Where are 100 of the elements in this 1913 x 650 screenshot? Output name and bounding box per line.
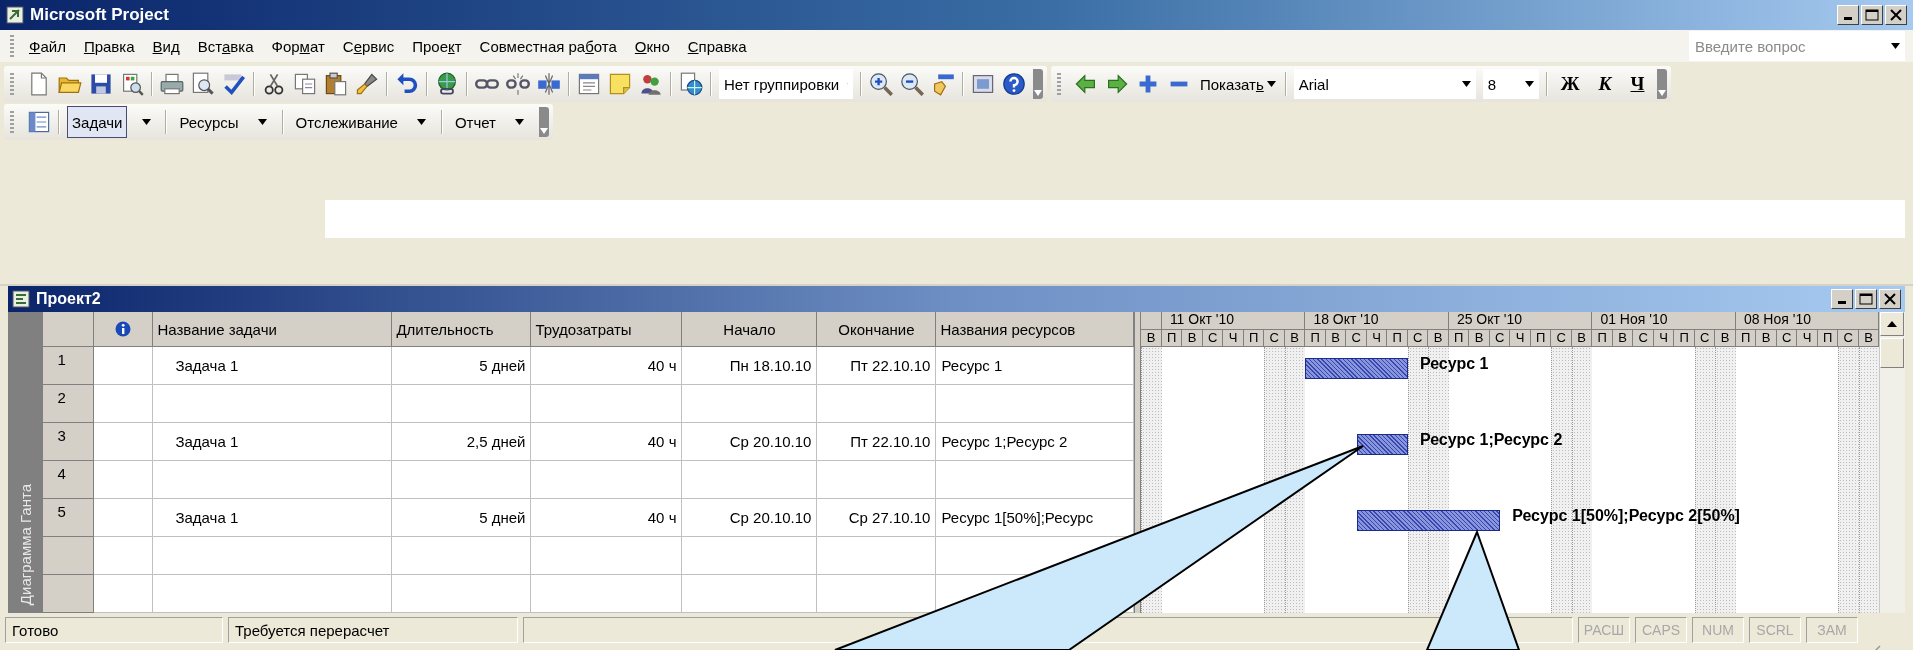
guide-tab[interactable]: Отслеживание [290,106,403,138]
bold-button[interactable]: Ж [1554,70,1586,98]
picture-icon[interactable] [971,72,995,96]
globe-document-icon[interactable] [679,72,703,96]
menu-item[interactable]: Формат [262,35,334,57]
column-header[interactable]: Названия ресурсов [936,312,1135,347]
minimize-button[interactable] [1837,5,1859,25]
column-header[interactable]: Трудозатраты [531,312,683,347]
menu-item[interactable]: Файл [20,35,75,57]
toolbar-grip[interactable] [1057,73,1061,95]
row-header[interactable] [43,537,95,575]
maximize-button[interactable] [1855,289,1877,309]
close-icon [1883,293,1897,305]
menu-item[interactable]: Справка [678,35,756,57]
app-icon [6,6,24,24]
bar-label: Ресурс 1[50%];Ресурс 2[50%] [1512,506,1740,526]
gantt-bar[interactable] [1305,358,1408,379]
toolbar-options-button[interactable] [1657,69,1668,99]
bar-label: Ресурс 1;Ресурс 2 [1419,430,1563,450]
menu-item[interactable]: Сервис [333,35,404,57]
timescale-cell [1141,312,1162,330]
left-arrow-icon[interactable] [1074,72,1098,96]
gantt-bar[interactable] [1356,510,1501,531]
minimize-button[interactable] [1831,289,1853,309]
table-view-icon[interactable] [27,110,51,134]
column-header[interactable]: Название задачи [153,312,393,347]
table-cell [94,461,154,499]
close-button[interactable] [1879,289,1901,309]
toolbar-grip[interactable] [10,73,14,95]
scrollbar[interactable] [1879,312,1905,613]
table-cell: Задача 1 [153,499,393,537]
row-header[interactable] [43,575,95,613]
dropdown-button[interactable] [1885,31,1905,61]
table-cell [94,347,154,385]
row-header[interactable]: 2 [43,385,95,423]
font-dropdown[interactable]: Arial [1293,69,1476,99]
italic-button[interactable]: К [1592,70,1618,98]
zoom-out-icon[interactable] [900,72,924,96]
page-magnifier-icon[interactable] [191,72,215,96]
sticky-note-icon[interactable] [608,72,632,96]
underline-button[interactable]: Ч [1624,70,1651,98]
printer-icon[interactable] [160,72,184,96]
right-arrow-icon[interactable] [1105,72,1129,96]
toolbar-options-button[interactable] [538,107,549,137]
select-all-corner[interactable] [43,312,95,347]
table-cell: Ср 20.10.10 [682,423,818,461]
table-cell [94,385,154,423]
globe-link-icon[interactable] [435,72,459,96]
key-indicator: SCRL [1749,617,1801,643]
scroll-thumb[interactable] [1880,338,1905,368]
column-header[interactable]: Окончание [817,312,937,347]
grouping-dropdown[interactable]: Нет группировки [719,69,853,99]
table-cell: Пт 22.10.10 [817,423,937,461]
column-header[interactable] [94,312,154,347]
menu-item[interactable]: Вставка [188,35,263,57]
toolbar-grip[interactable] [10,35,14,57]
menu-item[interactable]: Окно [625,35,679,57]
row-header[interactable]: 3 [43,423,95,461]
gantt-bar[interactable] [1356,434,1408,455]
table-cell: Задача 1 [153,347,393,385]
split-icon[interactable] [537,72,561,96]
show-dropdown[interactable]: Показать [1198,75,1278,93]
font-size-dropdown[interactable]: 8 [1482,69,1539,99]
guide-tab[interactable]: Задачи [67,106,128,138]
row-header[interactable]: 1 [43,347,95,385]
zoom-in-icon[interactable] [869,72,893,96]
bar-label: Ресурс 1 [1419,354,1489,374]
toolbar-options-button[interactable] [1033,69,1043,99]
menu-item[interactable]: Вид [143,35,189,57]
toolbar-grip[interactable] [10,111,14,133]
menu-item[interactable]: Проект [403,35,471,57]
brush-icon[interactable] [355,72,379,96]
table-cell: 40 ч [531,499,683,537]
document-magnifier-icon[interactable] [120,72,144,96]
scissors-icon[interactable] [262,72,286,96]
guide-tab[interactable]: Ресурсы [174,106,244,138]
broken-chain-icon[interactable] [506,72,530,96]
entry-field[interactable] [325,200,1905,238]
spell-check-icon[interactable] [222,72,246,96]
close-button[interactable] [1885,5,1907,25]
maximize-button[interactable] [1861,5,1883,25]
hand-bar-icon[interactable] [931,72,955,96]
undo-icon[interactable] [395,72,419,96]
help-icon[interactable] [1002,72,1026,96]
menu-item[interactable]: Правка [74,35,144,57]
list-icon[interactable] [577,72,601,96]
table-cell: Пн 18.10.10 [682,347,818,385]
table-cell: 40 ч [531,347,683,385]
question-field[interactable]: Введите вопрос [1689,31,1885,61]
scroll-up-button[interactable] [1880,312,1905,336]
row-header[interactable]: 4 [43,461,95,499]
minimize-icon [1838,301,1846,304]
guide-tab[interactable]: Отчет [449,106,501,138]
copy-icon[interactable] [293,72,317,96]
clipboard-icon[interactable] [324,72,348,96]
column-header[interactable]: Длительность [392,312,532,347]
menu-item[interactable]: Совместная работа [470,35,626,57]
people-icon[interactable] [639,72,663,96]
row-header[interactable]: 5 [43,499,95,537]
column-header[interactable]: Начало [682,312,818,347]
